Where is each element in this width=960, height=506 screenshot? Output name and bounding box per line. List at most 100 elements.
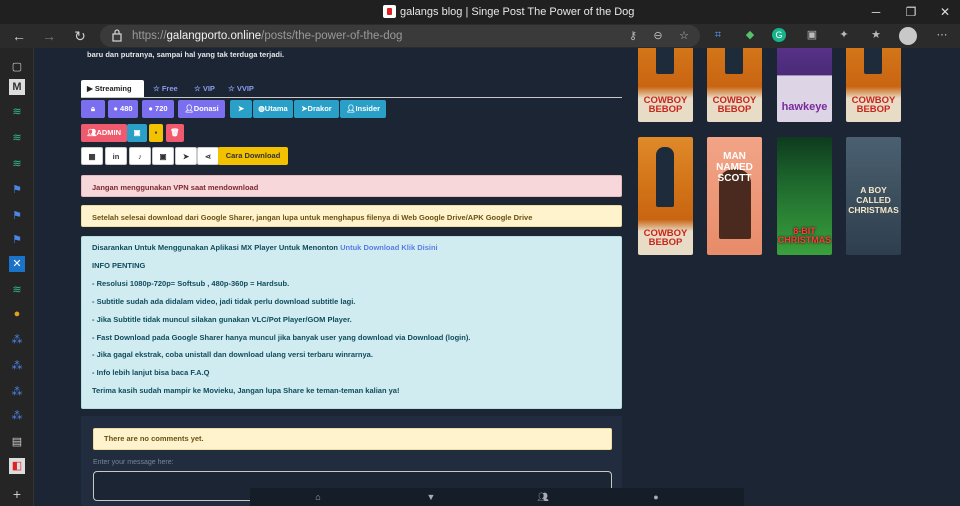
network-icon[interactable]: ⁂ bbox=[9, 408, 25, 424]
poster-card[interactable]: MAN NAMED SCOTT bbox=[707, 137, 762, 255]
lock-icon bbox=[112, 29, 122, 42]
poster-card[interactable]: hawkeye bbox=[777, 48, 832, 122]
lock-button[interactable]: 🔒︎ bbox=[81, 100, 105, 118]
poster-title: COWBOY BEBOP bbox=[851, 95, 896, 115]
app-icon[interactable]: ≋ bbox=[9, 104, 25, 120]
refresh-icon[interactable]: ↻ bbox=[71, 27, 89, 45]
zoom-icon[interactable]: ⊖ bbox=[650, 28, 666, 44]
poster-card[interactable]: COWBOY BEBOP bbox=[638, 137, 693, 255]
url-text: https://galangporto.online/posts/the-pow… bbox=[132, 30, 403, 42]
crop-icon[interactable]: ⌗ bbox=[710, 27, 726, 43]
quality-480-button[interactable]: ● 480 bbox=[108, 100, 138, 118]
info-thanks: Terima kasih sudah mampir ke Movieku, Ja… bbox=[92, 386, 400, 395]
back-icon[interactable]: ← bbox=[10, 27, 28, 45]
favorite-add-icon[interactable]: ☆ bbox=[676, 28, 692, 44]
drakor-button[interactable]: ➤Drakor bbox=[294, 100, 339, 118]
profile-avatar[interactable] bbox=[899, 27, 917, 45]
app-icon[interactable]: ≋ bbox=[9, 130, 25, 146]
poster-card[interactable]: A BOY CALLED CHRISTMAS bbox=[846, 137, 901, 255]
info-line: - Info lebih lanjut bisa baca F.A.Q bbox=[92, 368, 210, 377]
camera-icon[interactable]: ▣ bbox=[804, 27, 820, 43]
x-app-icon[interactable]: ✕ bbox=[9, 256, 25, 272]
bottom-nav: ⌂ ▼ 👥︎ ● bbox=[250, 488, 744, 506]
active-site-icon[interactable]: ◧ bbox=[9, 458, 25, 474]
poster-card[interactable]: COWBOY BEBOP bbox=[638, 48, 693, 122]
message-label: Enter your message here: bbox=[93, 459, 174, 466]
share-grid-button[interactable]: ▦ bbox=[81, 147, 103, 165]
filter-icon[interactable]: ▼ bbox=[425, 491, 437, 503]
grid-icon: ▦ bbox=[88, 152, 96, 161]
share-linkedin-button[interactable]: in bbox=[105, 147, 127, 165]
window-titlebar: galangs blog | Singe Post The Power of t… bbox=[0, 0, 960, 24]
telegram-button[interactable]: ➤ bbox=[230, 100, 252, 118]
quality-720-button[interactable]: ● 720 bbox=[142, 100, 174, 118]
maximize-button[interactable]: ❐ bbox=[903, 4, 919, 20]
info-line: - Fast Download pada Google Sharer hanya… bbox=[92, 333, 471, 342]
admin-button[interactable]: 👥︎ADMIN bbox=[81, 124, 127, 142]
network-icon[interactable]: ⁂ bbox=[9, 332, 25, 348]
info-button[interactable]: ▣ bbox=[127, 124, 147, 142]
cara-download-button[interactable]: Cara Download bbox=[218, 147, 288, 165]
trash-icon: 🗑︎ bbox=[170, 128, 180, 137]
grammarly-icon[interactable]: G bbox=[772, 28, 786, 42]
address-bar[interactable]: https://galangporto.online/posts/the-pow… bbox=[100, 25, 700, 47]
gmail-icon[interactable]: M bbox=[9, 79, 25, 95]
flag-icon[interactable]: ⚑ bbox=[9, 182, 25, 198]
telegram-icon: ➤ bbox=[182, 152, 190, 161]
coin-icon[interactable]: ● bbox=[9, 306, 25, 322]
telegram-icon: ➤ bbox=[237, 104, 245, 113]
insider-button[interactable]: 👤︎Insider bbox=[340, 100, 386, 118]
info-line: - Jika gagal ekstrak, coba unistall dan … bbox=[92, 350, 373, 359]
share-button[interactable]: ⋖ bbox=[197, 147, 219, 165]
network-icon[interactable]: ⁂ bbox=[9, 358, 25, 374]
utama-button[interactable]: ◍Utama bbox=[253, 100, 293, 118]
close-button[interactable]: ✕ bbox=[937, 4, 953, 20]
share-twitter-button[interactable]: ▣ bbox=[152, 147, 174, 165]
extension-icon[interactable]: ◆ bbox=[742, 27, 758, 43]
forward-icon[interactable]: → bbox=[40, 27, 58, 45]
poster-title: COWBOY BEBOP bbox=[712, 95, 757, 115]
note-icon: ▪ bbox=[154, 128, 158, 137]
users-icon[interactable]: 👥︎ bbox=[537, 491, 549, 503]
poster-card[interactable]: COWBOY BEBOP bbox=[846, 48, 901, 122]
vpn-alert: Jangan menggunakan VPN saat mendownload bbox=[81, 175, 622, 197]
browser-sidebar: ▢ M ≋ ≋ ≋ ⚑ ⚑ ⚑ ✕ ≋ ● ⁂ ⁂ ⁂ ⁂ ▤ ◧ + bbox=[0, 48, 34, 506]
share-tiktok-button[interactable]: ♪ bbox=[129, 147, 151, 165]
poster-card[interactable]: COWBOY BEBOP bbox=[707, 48, 762, 122]
delete-button[interactable]: 🗑︎ bbox=[166, 124, 184, 142]
app-icon[interactable]: ≋ bbox=[9, 282, 25, 298]
lock-icon: 🔒︎ bbox=[91, 104, 95, 113]
note-button[interactable]: ▪ bbox=[149, 124, 163, 142]
donasi-button[interactable]: 👤︎Donasi bbox=[178, 100, 225, 118]
info-intro: Disarankan Untuk Menggunakan Aplikasi MX… bbox=[92, 243, 438, 252]
favorites-icon[interactable]: ★ bbox=[868, 27, 884, 43]
web-page: baru dan putranya, sampai hal yang tak t… bbox=[34, 48, 960, 506]
network-icon[interactable]: ⁂ bbox=[9, 384, 25, 400]
poster-title: 8-BIT CHRISTMAS bbox=[777, 226, 832, 245]
extensions-icon[interactable]: ✦ bbox=[836, 27, 852, 43]
minimize-button[interactable]: ─ bbox=[868, 4, 884, 20]
tab-free[interactable]: ☆ Free bbox=[147, 80, 184, 97]
flag-icon[interactable]: ⚑ bbox=[9, 232, 25, 248]
key-icon[interactable]: ⚷ bbox=[625, 28, 641, 44]
account-icon[interactable]: ● bbox=[650, 491, 662, 503]
tabs-icon[interactable]: ▢ bbox=[9, 59, 25, 75]
home-icon[interactable]: ⌂ bbox=[312, 491, 324, 503]
tab-vip[interactable]: ☆ VIP bbox=[188, 80, 221, 97]
add-icon[interactable]: + bbox=[9, 486, 25, 502]
synopsis-text: baru dan putranya, sampai hal yang tak t… bbox=[87, 50, 285, 59]
app-icon[interactable]: ≋ bbox=[9, 156, 25, 172]
window-title: galangs blog | Singe Post The Power of t… bbox=[400, 6, 635, 18]
tiktok-icon: ♪ bbox=[138, 152, 142, 161]
share-icon: ⋖ bbox=[204, 152, 212, 161]
download-link[interactable]: Untuk Download Klik Disini bbox=[340, 243, 438, 252]
calendar-icon[interactable]: ▤ bbox=[9, 434, 25, 450]
info-line: - Jika Subtitle tidak muncul silakan gun… bbox=[92, 315, 352, 324]
twitter-icon: ▣ bbox=[159, 152, 167, 161]
tab-vvip[interactable]: ☆ VVIP bbox=[222, 80, 260, 97]
menu-icon[interactable]: ⋯ bbox=[934, 27, 950, 43]
poster-card[interactable]: 8-BIT CHRISTMAS bbox=[777, 137, 832, 255]
flag-icon[interactable]: ⚑ bbox=[9, 208, 25, 224]
tab-streaming[interactable]: ▶ Streaming bbox=[81, 80, 144, 97]
share-telegram-button[interactable]: ➤ bbox=[175, 147, 197, 165]
